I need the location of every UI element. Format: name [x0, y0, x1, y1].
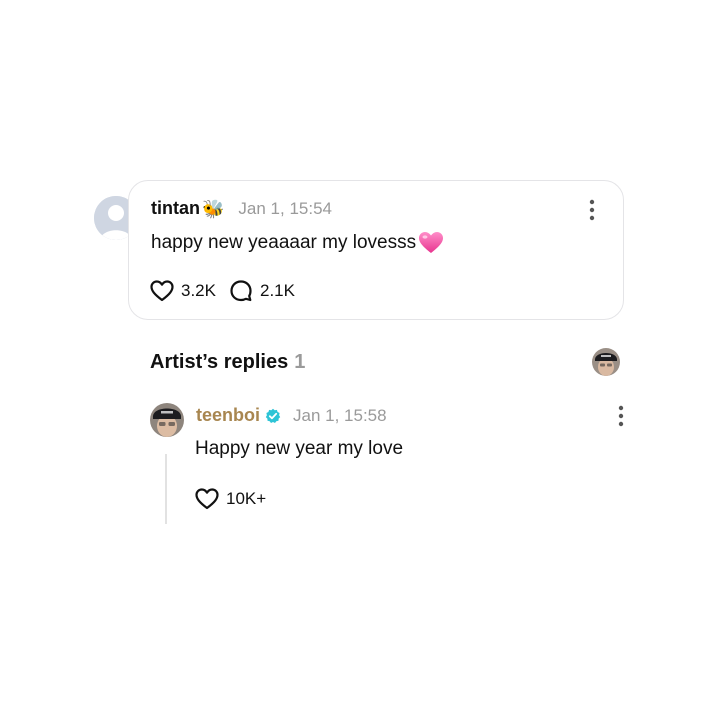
like-count: 3.2K	[181, 281, 216, 300]
fan-post-card[interactable]: tintan 🐝 Jan 1, 15:54 happy new yeaaaar …	[128, 180, 624, 320]
comment-icon	[230, 280, 252, 302]
reply-text: Happy new year my love	[195, 438, 404, 459]
like-button[interactable]: 3.2K	[149, 278, 216, 304]
post-timestamp: Jan 1, 15:54	[238, 198, 332, 218]
post-text-content: happy new yeaaaar my lovesss	[151, 232, 417, 253]
comment-count: 2.1K	[259, 281, 295, 300]
artist-photo-icon	[150, 403, 184, 437]
reply-more-options-icon[interactable]	[618, 405, 624, 427]
reply-like-button[interactable]: 10K+	[194, 486, 266, 512]
reply-header: teenboi Jan 1, 15:58	[196, 405, 387, 426]
reply-timestamp: Jan 1, 15:58	[293, 405, 387, 425]
reply-like-count: 10K+	[226, 489, 267, 508]
post-actions: 3.2K 2.1K	[149, 278, 307, 304]
more-options-icon[interactable]	[589, 199, 595, 221]
verified-badge-icon	[265, 408, 281, 423]
comment-button[interactable]: 2.1K	[228, 278, 295, 304]
artist-replies-count: 1	[294, 351, 306, 373]
bee-emoji: 🐝	[202, 198, 225, 219]
artist-replies-title: Artist’s replies 1	[150, 351, 305, 374]
artist-username[interactable]: teenboi	[196, 405, 260, 426]
artist-replies-label: Artist’s replies	[150, 351, 289, 373]
heart-icon	[150, 280, 174, 302]
post-header: tintan 🐝 Jan 1, 15:54	[151, 198, 332, 219]
reply-actions: 10K+	[194, 486, 278, 512]
thread-line	[165, 454, 167, 524]
pink-heart-emoji-icon	[419, 232, 444, 253]
artist-avatar[interactable]	[150, 403, 184, 437]
post-text: happy new yeaaaar my lovesss	[151, 231, 444, 255]
heart-icon	[195, 488, 219, 510]
artist-photo-icon	[592, 348, 620, 376]
artist-avatar-small[interactable]	[592, 348, 620, 376]
fan-username[interactable]: tintan	[151, 198, 200, 219]
